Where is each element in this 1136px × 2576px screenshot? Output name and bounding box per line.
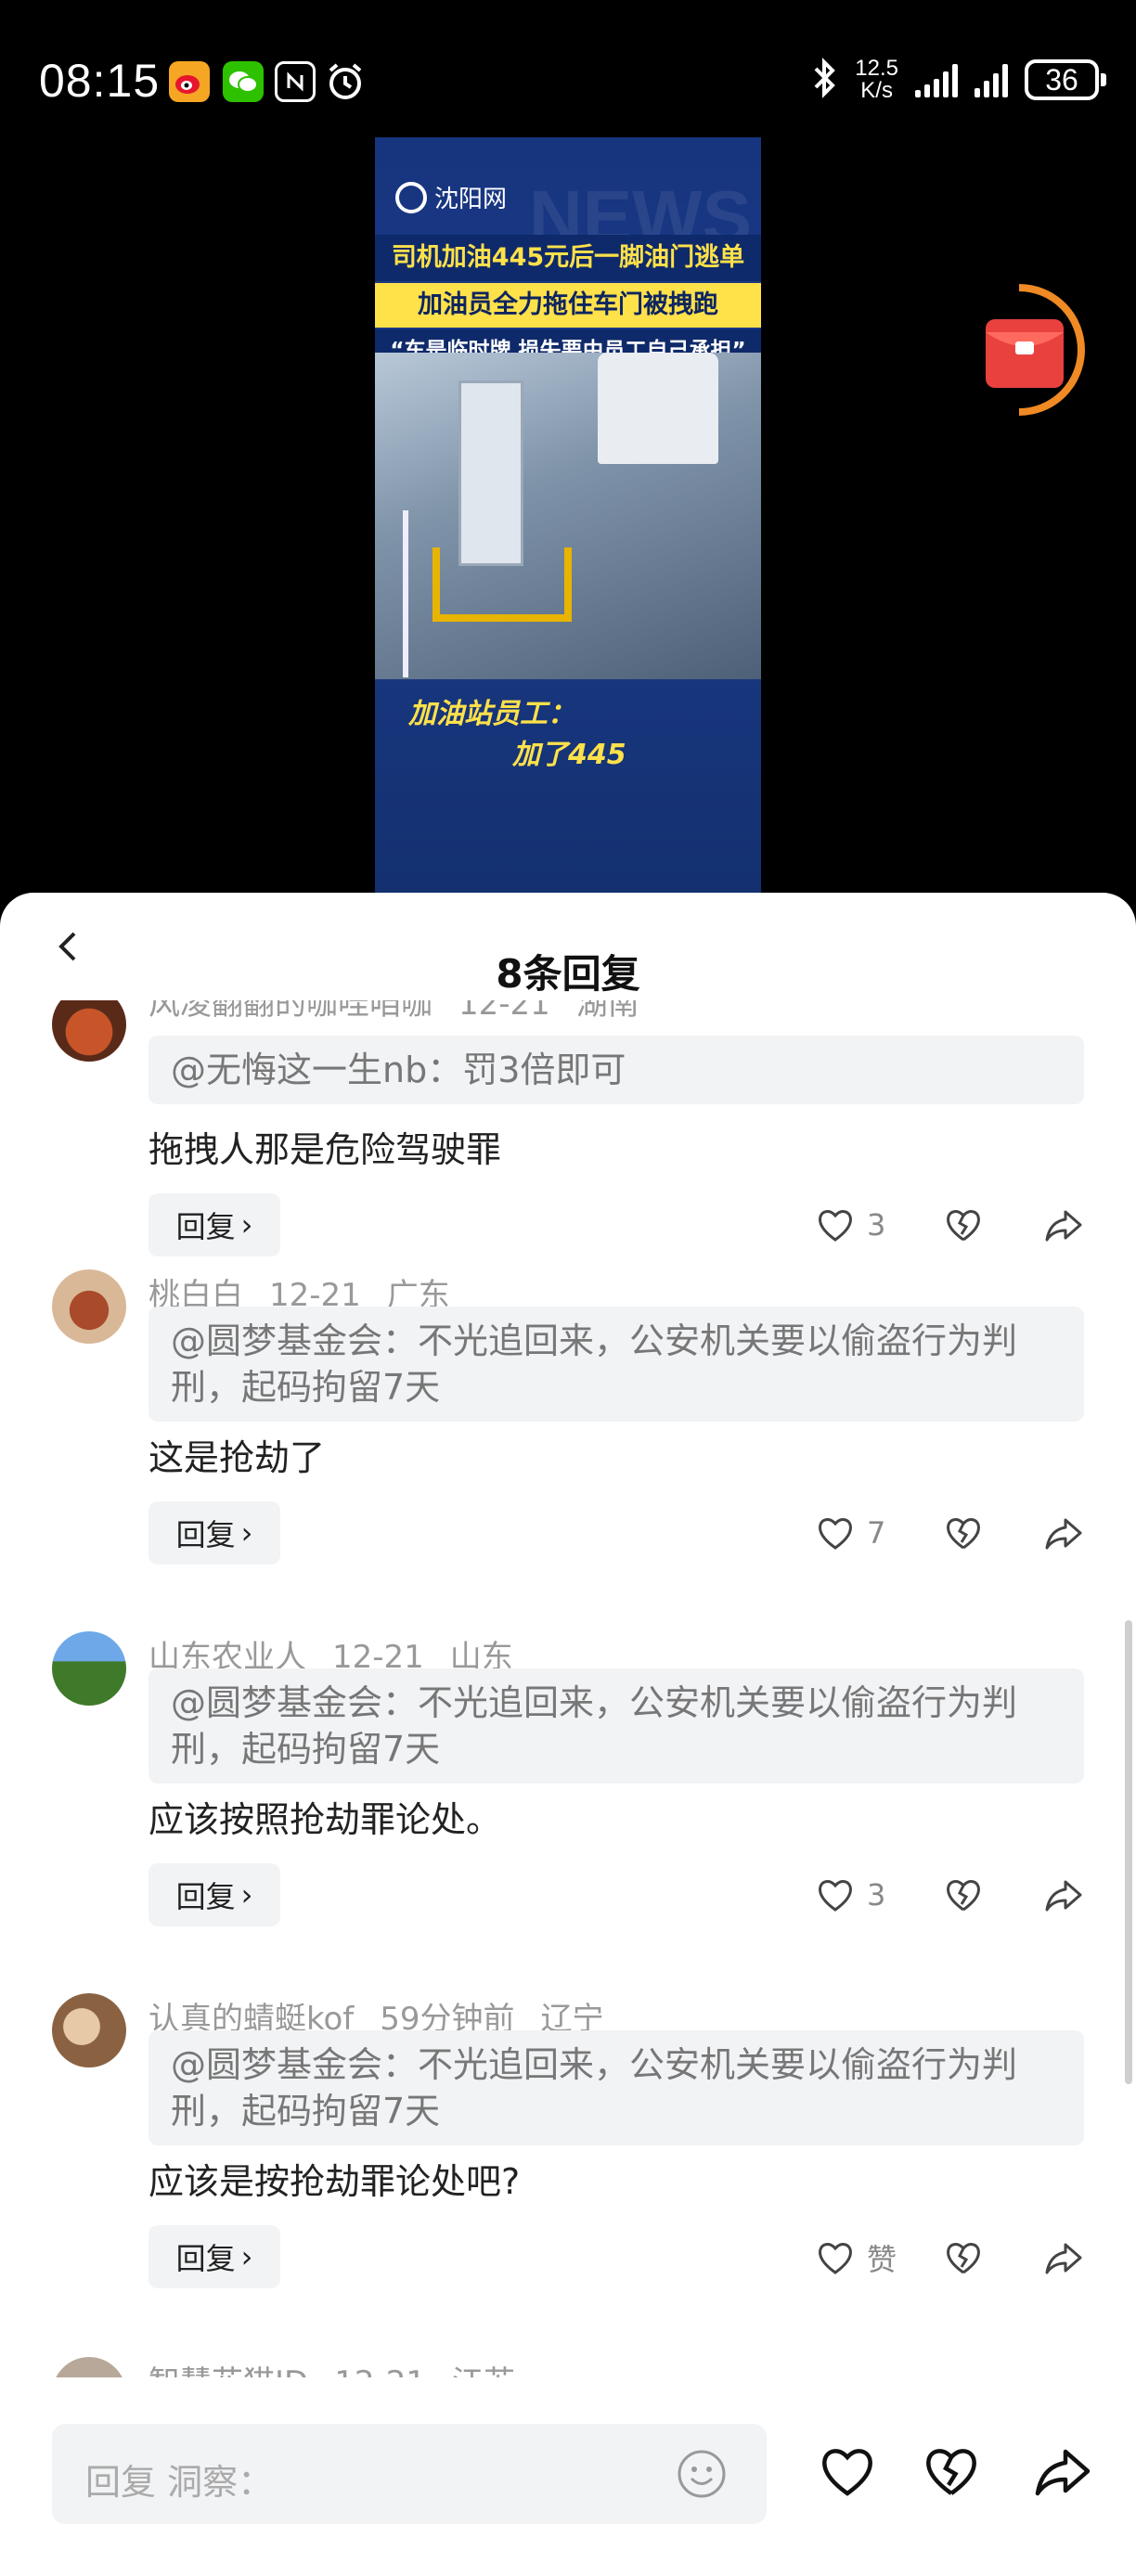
- logo-swirl-icon: [395, 181, 427, 213]
- network-speed: 12.5 K/s: [855, 56, 898, 103]
- heart-icon: [819, 1210, 852, 1242]
- heart-icon: [819, 1880, 852, 1912]
- broken-heart-icon[interactable]: [921, 2441, 982, 2502]
- reply-input[interactable]: 回复 洞察：: [52, 2424, 767, 2524]
- like-count: 3: [867, 1877, 886, 1913]
- reply-meta: 风凌翻翻的咖哇咱咖 12-21 湖南: [148, 1000, 665, 1024]
- chevron-right-icon: ›: [240, 1877, 253, 1913]
- status-time: 08:15: [39, 55, 161, 107]
- avatar[interactable]: [52, 1000, 126, 1062]
- reply-button[interactable]: 回复 ›: [148, 1501, 280, 1565]
- reply-date: 12-21: [458, 1000, 550, 1023]
- bottom-bar: 回复 洞察：: [0, 2413, 1136, 2576]
- avatar[interactable]: [52, 1631, 126, 1706]
- reply-meta: 智慧花猫ID 12-21 江苏: [148, 2357, 541, 2377]
- share-arrow-icon[interactable]: [1032, 2441, 1093, 2502]
- reply-quote: @无悔这一生nb：罚3倍即可: [148, 1036, 1084, 1104]
- chevron-right-icon: ›: [240, 2239, 253, 2274]
- chevron-right-icon: ›: [240, 1207, 253, 1243]
- share-button[interactable]: [1043, 1204, 1084, 1245]
- avatar[interactable]: [52, 1993, 126, 2067]
- heart-icon: [819, 1518, 852, 1550]
- reply-text: 应该按照抢劫罪论处。: [148, 1799, 502, 1840]
- share-arrow-icon: [1045, 1880, 1082, 1912]
- signal-icon: [915, 62, 958, 97]
- heart-icon[interactable]: [817, 2441, 878, 2502]
- share-button[interactable]: [1043, 1513, 1084, 1553]
- dislike-button[interactable]: [943, 1204, 984, 1245]
- reply-text: 拖拽人那是危险驾驶罪: [148, 1129, 502, 1170]
- reply-quote: @圆梦基金会：不光追回来，公安机关要以偷盗行为判刑，起码拘留7天: [148, 1668, 1084, 1784]
- reply-button[interactable]: 回复 ›: [148, 2225, 280, 2288]
- reply-button[interactable]: 回复 ›: [148, 1193, 280, 1256]
- share-arrow-icon: [1045, 1210, 1082, 1242]
- scrollbar[interactable]: [1125, 1620, 1132, 2084]
- reply-button[interactable]: 回复 ›: [148, 1863, 280, 1926]
- share-arrow-icon: [1045, 1518, 1082, 1550]
- like-label: 赞: [867, 2242, 897, 2277]
- alarm-icon: [325, 61, 366, 102]
- status-bar: 08:15 12.5 K/s 36: [0, 0, 1136, 139]
- reply-input-placeholder: 回复 洞察：: [85, 2462, 274, 2503]
- dislike-button[interactable]: [943, 2237, 984, 2278]
- reply-text: 应该是按抢劫罪论处吧?: [148, 2161, 521, 2202]
- video-caption-2: 加了445: [512, 739, 626, 771]
- reply-username: 风凌翻翻的咖哇咱咖: [148, 1000, 432, 1023]
- like-button[interactable]: 7: [815, 1513, 908, 1553]
- dislike-button[interactable]: [943, 1874, 984, 1915]
- signal-icon-2: [975, 62, 1008, 97]
- panel-title: 8条回复: [496, 951, 640, 997]
- avatar[interactable]: [52, 2357, 126, 2377]
- broken-heart-icon: [947, 2243, 980, 2274]
- like-button[interactable]: 3: [815, 1874, 908, 1915]
- reply-location: 江苏: [452, 2364, 515, 2377]
- chevron-right-icon: ›: [240, 1515, 253, 1551]
- reply-quote: @圆梦基金会：不光追回来，公安机关要以偷盗行为判刑，起码拘留7天: [148, 1307, 1084, 1422]
- nfc-icon: [275, 61, 316, 102]
- battery-indicator: 36: [1025, 59, 1106, 100]
- share-button[interactable]: [1043, 1874, 1084, 1915]
- share-button[interactable]: [1043, 2237, 1084, 2278]
- reply-username: 智慧花猫ID: [148, 2364, 308, 2377]
- reply-location: 湖南: [575, 1000, 639, 1023]
- replies-panel: 8条回复 风凌翻翻的咖哇咱咖 12-21 湖南 @无悔这一生nb：罚3倍即可 拖拽人…: [0, 893, 1136, 2576]
- video-caption-1: 加油站员工：: [408, 698, 575, 730]
- avatar[interactable]: [52, 1269, 126, 1344]
- like-button[interactable]: 3: [815, 1204, 908, 1245]
- wechat-icon: [223, 61, 264, 102]
- weibo-icon: [169, 61, 210, 102]
- red-packet-icon[interactable]: [982, 280, 1093, 419]
- reply-quote: @圆梦基金会：不光追回来，公安机关要以偷盗行为判刑，起码拘留7天: [148, 2030, 1084, 2145]
- emoji-icon[interactable]: [676, 2448, 728, 2500]
- broken-heart-icon: [947, 1880, 980, 1912]
- video-headline-1: 司机加油445元后一脚油门逃单: [375, 235, 761, 281]
- video-frame: [375, 353, 761, 679]
- bluetooth-icon: [810, 58, 838, 102]
- video-headline-2: 加油员全力拖住车门被拽跑: [375, 283, 761, 328]
- like-count: 3: [867, 1207, 886, 1243]
- broken-heart-icon: [947, 1518, 980, 1550]
- panel-header: 8条回复: [0, 893, 1136, 1000]
- share-arrow-icon: [1045, 2243, 1082, 2274]
- video-player[interactable]: 沈阳网 NEWS 司机加油445元后一脚油门逃单 加油员全力拖住车门被拽跑 “车…: [375, 137, 761, 894]
- dislike-button[interactable]: [943, 1513, 984, 1553]
- heart-icon: [819, 2243, 852, 2274]
- video-logo: 沈阳网: [395, 180, 507, 214]
- like-button[interactable]: 赞: [815, 2236, 908, 2279]
- reply-list[interactable]: 风凌翻翻的咖哇咱咖 12-21 湖南 @无悔这一生nb：罚3倍即可 拖拽人那是危险驾…: [0, 1000, 1136, 2377]
- reply-text: 这是抢劫了: [148, 1437, 326, 1478]
- reply-date: 12-21: [334, 2364, 426, 2377]
- broken-heart-icon: [947, 1210, 980, 1242]
- like-count: 7: [867, 1515, 886, 1551]
